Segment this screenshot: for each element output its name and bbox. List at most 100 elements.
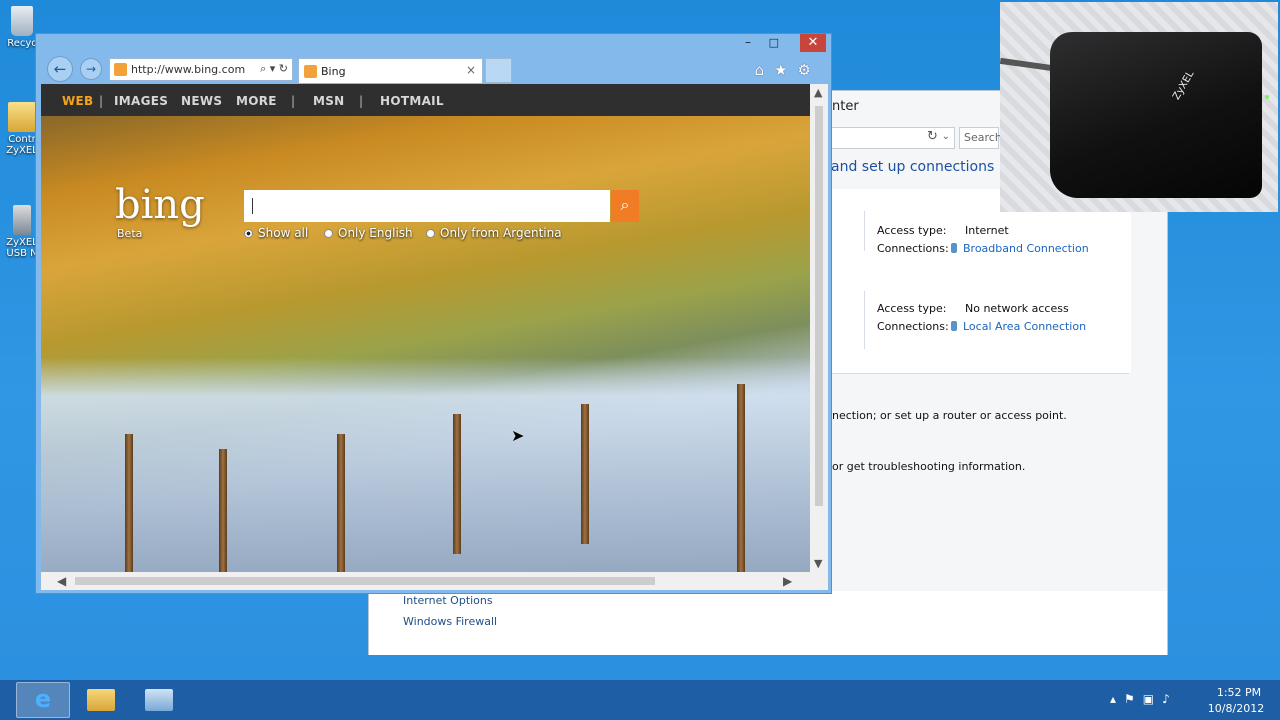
network-plug-icon bbox=[951, 243, 957, 253]
taskbar: e ▴⚑▣♪ 1:52 PM 10/8/2012 bbox=[0, 680, 1280, 720]
vertical-scrollbar[interactable]: ▲ ▼ bbox=[810, 84, 828, 572]
nav-web[interactable]: WEB bbox=[62, 94, 93, 108]
taskbar-file-explorer[interactable] bbox=[74, 682, 128, 718]
webcam-overlay: ZyXEL bbox=[1000, 2, 1278, 212]
address-url[interactable]: http://www.bing.com bbox=[131, 63, 245, 76]
nav-msn[interactable]: MSN bbox=[313, 94, 345, 108]
search-icon: ⌕ bbox=[620, 195, 630, 214]
nav-separator: | bbox=[99, 94, 104, 108]
tab-bing[interactable]: Bing × bbox=[298, 58, 483, 83]
page-viewport[interactable]: WEB | IMAGES NEWS MORE | MSN | HOTMAIL b… bbox=[41, 84, 810, 572]
close-button[interactable]: ✕ bbox=[800, 34, 826, 52]
nav-images[interactable]: IMAGES bbox=[114, 94, 168, 108]
internet-explorer-icon: e bbox=[34, 685, 52, 713]
divider bbox=[864, 291, 865, 349]
control-panel-title: nter bbox=[832, 99, 859, 114]
search-input[interactable] bbox=[244, 190, 610, 222]
home-icon[interactable]: ⌂ bbox=[755, 61, 775, 79]
internet-explorer-window[interactable]: – □ ✕ ← → http://www.bing.com ⌕ ▾ ↻ Bing… bbox=[35, 33, 832, 594]
radio-only-english[interactable]: Only English bbox=[324, 226, 413, 240]
radio-label: Only from Argentina bbox=[440, 226, 562, 240]
system-tray: ▴⚑▣♪ bbox=[1110, 692, 1178, 706]
minimize-button[interactable]: – bbox=[745, 35, 751, 49]
fence-post bbox=[337, 434, 345, 572]
radio-show-all[interactable]: Show all bbox=[244, 226, 308, 240]
scroll-thumb[interactable] bbox=[815, 106, 823, 506]
access-type-label: Access type: bbox=[877, 224, 947, 237]
scroll-down-icon[interactable]: ▼ bbox=[814, 557, 822, 570]
windows-firewall-link[interactable]: Windows Firewall bbox=[403, 615, 497, 628]
refresh-icon[interactable]: ↻ bbox=[927, 129, 938, 144]
control-panel-icon bbox=[145, 689, 173, 711]
radio-label: Only English bbox=[338, 226, 413, 240]
network-icon[interactable]: ▣ bbox=[1143, 692, 1162, 706]
taskbar-internet-explorer[interactable]: e bbox=[16, 682, 70, 718]
radio-selected-icon bbox=[244, 229, 253, 238]
taskbar-control-panel[interactable] bbox=[132, 682, 186, 718]
search-button[interactable]: ⌕ bbox=[611, 190, 639, 222]
horizontal-scrollbar[interactable]: ◀ ▶ bbox=[41, 572, 828, 590]
bing-nav-bar: WEB | IMAGES NEWS MORE | MSN | HOTMAIL bbox=[41, 84, 810, 116]
internet-options-link[interactable]: Internet Options bbox=[403, 594, 493, 607]
address-bar[interactable]: http://www.bing.com ⌕ ▾ ↻ bbox=[109, 58, 293, 81]
radio-icon bbox=[426, 229, 435, 238]
local-area-connection-link[interactable]: Local Area Connection bbox=[951, 320, 1086, 333]
action-center-flag-icon[interactable]: ⚑ bbox=[1124, 692, 1143, 706]
new-tab-button[interactable] bbox=[485, 58, 512, 83]
setup-connection-description: nection; or set up a router or access po… bbox=[832, 409, 1067, 422]
chevron-down-icon[interactable]: ⌄ bbox=[942, 131, 950, 142]
favorites-star-icon[interactable]: ★ bbox=[774, 61, 797, 79]
clock-date[interactable]: 10/8/2012 bbox=[1206, 702, 1266, 715]
radio-icon bbox=[324, 229, 333, 238]
usb-adapter-icon bbox=[13, 205, 31, 235]
fence-post bbox=[453, 414, 461, 554]
recycle-bin-icon bbox=[11, 6, 33, 36]
nav-hotmail[interactable]: HOTMAIL bbox=[380, 94, 444, 108]
search-icon[interactable]: ⌕ bbox=[260, 62, 266, 75]
nav-more[interactable]: MORE bbox=[236, 94, 277, 108]
bing-favicon-icon bbox=[114, 63, 127, 76]
connection-name: Local Area Connection bbox=[963, 320, 1087, 333]
bing-logo[interactable]: bing bbox=[115, 182, 205, 228]
access-type-value: No network access bbox=[965, 302, 1069, 315]
see-also-panel: Internet Options Windows Firewall bbox=[369, 591, 1167, 655]
arrow-right-icon: → bbox=[85, 62, 97, 76]
scroll-left-icon[interactable]: ◀ bbox=[57, 574, 66, 588]
nav-news[interactable]: NEWS bbox=[181, 94, 222, 108]
nav-separator: | bbox=[359, 94, 364, 108]
forward-button[interactable]: → bbox=[80, 58, 102, 80]
fence-post bbox=[219, 449, 227, 572]
divider bbox=[864, 211, 865, 251]
bing-beta-label: Beta bbox=[117, 227, 143, 240]
mouse-cursor-icon: ➤ bbox=[511, 426, 525, 445]
access-type-value: Internet bbox=[965, 224, 1009, 237]
refresh-icon[interactable]: ↻ bbox=[279, 62, 288, 75]
maximize-button[interactable]: □ bbox=[769, 36, 779, 49]
bing-favicon-icon bbox=[304, 65, 317, 78]
scroll-thumb[interactable] bbox=[75, 577, 655, 585]
address-actions: ⌕ ▾ ↻ bbox=[260, 62, 288, 76]
show-hidden-icons-icon[interactable]: ▴ bbox=[1110, 692, 1124, 706]
connections-label: Connections: bbox=[877, 242, 949, 255]
scroll-right-icon[interactable]: ▶ bbox=[783, 574, 792, 588]
settings-gear-icon[interactable]: ⚙ bbox=[798, 61, 821, 79]
clock-time[interactable]: 1:52 PM bbox=[1210, 686, 1268, 699]
control-panel-search-input[interactable]: Search bbox=[959, 127, 1002, 149]
chevron-down-icon[interactable]: ▾ bbox=[270, 62, 276, 75]
back-button[interactable]: ← bbox=[47, 56, 73, 82]
arrow-left-icon: ← bbox=[53, 60, 67, 78]
troubleshoot-description: or get troubleshooting information. bbox=[832, 460, 1026, 473]
volume-icon[interactable]: ♪ bbox=[1162, 692, 1178, 706]
fence-post bbox=[125, 434, 133, 572]
active-networks-panel bbox=[831, 189, 1131, 373]
broadband-connection-link[interactable]: Broadband Connection bbox=[951, 242, 1089, 255]
file-explorer-icon bbox=[87, 689, 115, 711]
radio-only-argentina[interactable]: Only from Argentina bbox=[426, 226, 562, 240]
scroll-up-icon[interactable]: ▲ bbox=[814, 86, 822, 99]
browser-toolbar: ⌂★⚙ bbox=[755, 61, 821, 79]
access-type-label: Access type: bbox=[877, 302, 947, 315]
radio-label: Show all bbox=[258, 226, 309, 240]
tab-close-icon[interactable]: × bbox=[466, 63, 476, 77]
connections-label: Connections: bbox=[877, 320, 949, 333]
connection-name: Broadband Connection bbox=[963, 242, 1089, 255]
